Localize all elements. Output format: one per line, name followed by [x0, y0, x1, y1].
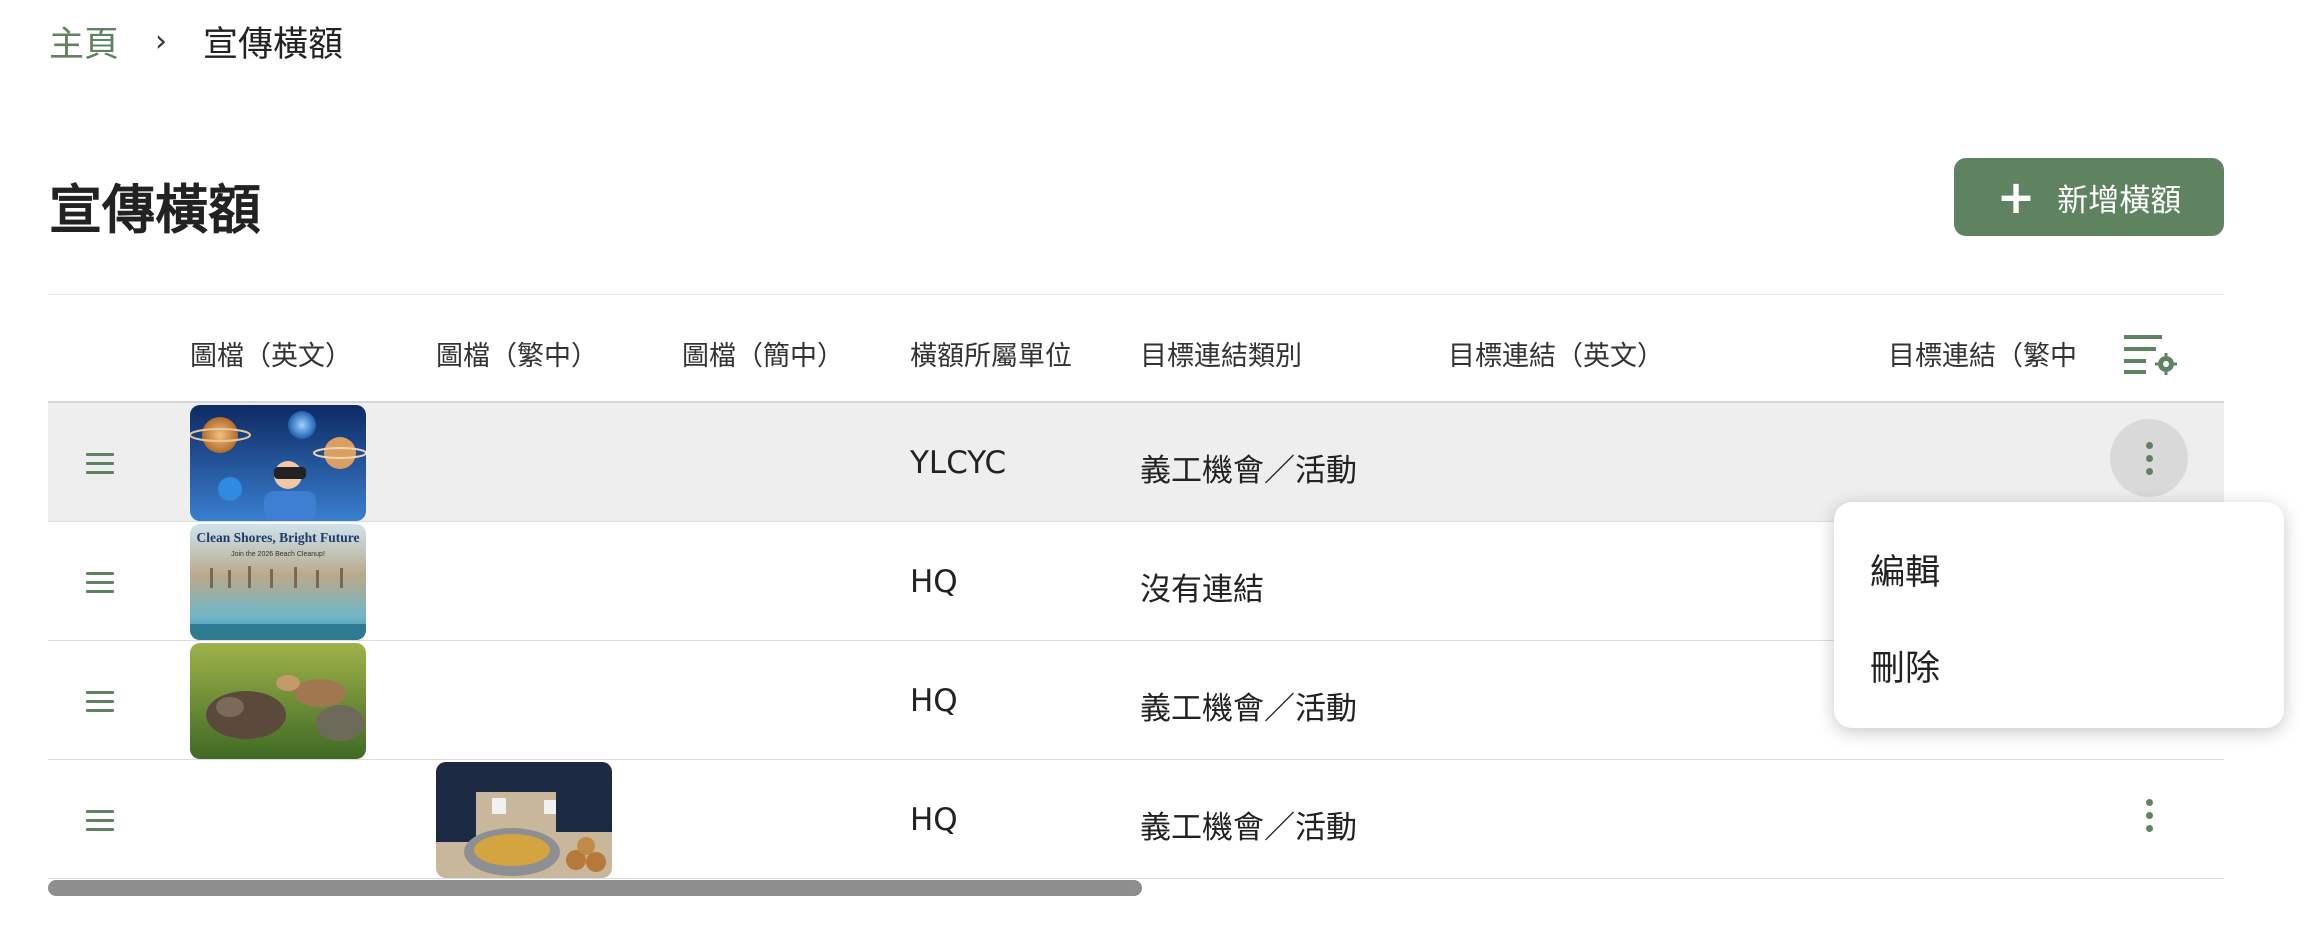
more-vert-icon[interactable] — [2110, 419, 2188, 497]
breadcrumb-current: 宣傳橫額 — [203, 25, 344, 65]
cell-unit: HQ — [910, 683, 958, 719]
column-settings-icon[interactable] — [2124, 331, 2178, 375]
beach-banner-subtitle: Join the 2026 Beach Cleanup! — [231, 551, 325, 558]
menu-item-edit[interactable]: 編輯 — [1870, 544, 1940, 595]
horizontal-scrollbar[interactable] — [48, 880, 1142, 896]
table-row[interactable]: HQ 義工機會／活動 — [48, 760, 2224, 879]
column-header-image-en[interactable]: 圖檔（英文） — [190, 334, 352, 373]
column-header-image-sc[interactable]: 圖檔（簡中） — [682, 334, 844, 373]
cell-unit: HQ — [910, 564, 958, 600]
drag-handle-icon[interactable] — [86, 453, 114, 480]
chevron-right-icon: › — [155, 24, 168, 59]
add-banner-button[interactable]: + 新增橫額 — [1954, 158, 2224, 236]
drag-handle-icon[interactable] — [86, 810, 114, 837]
row-action-menu: 編輯 刪除 — [1834, 502, 2284, 728]
column-header-image-tc[interactable]: 圖檔（繁中） — [436, 334, 598, 373]
banner-thumbnail-animals[interactable] — [190, 643, 366, 759]
cell-unit: YLCYC — [910, 445, 1007, 481]
cell-unit: HQ — [910, 802, 958, 838]
breadcrumb-home-link[interactable]: 主頁 — [49, 16, 119, 67]
drag-handle-icon[interactable] — [86, 572, 114, 599]
cell-link-type: 義工機會／活動 — [1140, 691, 1357, 727]
cell-link-type: 義工機會／活動 — [1140, 810, 1357, 846]
banner-thumbnail-volunteer[interactable] — [436, 762, 612, 878]
cell-link-type: 義工機會／活動 — [1140, 453, 1357, 489]
menu-item-delete[interactable]: 刪除 — [1870, 640, 1940, 691]
column-header-link-type[interactable]: 目標連結類別 — [1140, 334, 1302, 373]
banner-thumbnail-space[interactable] — [190, 405, 366, 521]
column-header-unit[interactable]: 橫額所屬單位 — [910, 334, 1072, 373]
table-header: 圖檔（英文） 圖檔（繁中） 圖檔（簡中） 橫額所屬單位 目標連結類別 目標連結（… — [48, 294, 2224, 403]
drag-handle-icon[interactable] — [86, 691, 114, 718]
banner-thumbnail-beach[interactable]: Clean Shores, Bright Future Join the 202… — [190, 524, 366, 640]
plus-icon: + — [1996, 170, 2036, 224]
cell-link-type: 沒有連結 — [1140, 572, 1264, 608]
beach-banner-title: Clean Shores, Bright Future — [196, 530, 359, 545]
breadcrumb: 主頁 › 宣傳橫額 — [49, 16, 343, 67]
more-vert-icon[interactable] — [2110, 776, 2188, 854]
column-header-link-tc[interactable]: 目標連結（繁中 — [1888, 334, 2077, 373]
page-title: 宣傳橫額 — [49, 180, 261, 241]
add-banner-label: 新增橫額 — [2057, 182, 2182, 219]
column-header-link-en[interactable]: 目標連結（英文） — [1448, 334, 1664, 373]
